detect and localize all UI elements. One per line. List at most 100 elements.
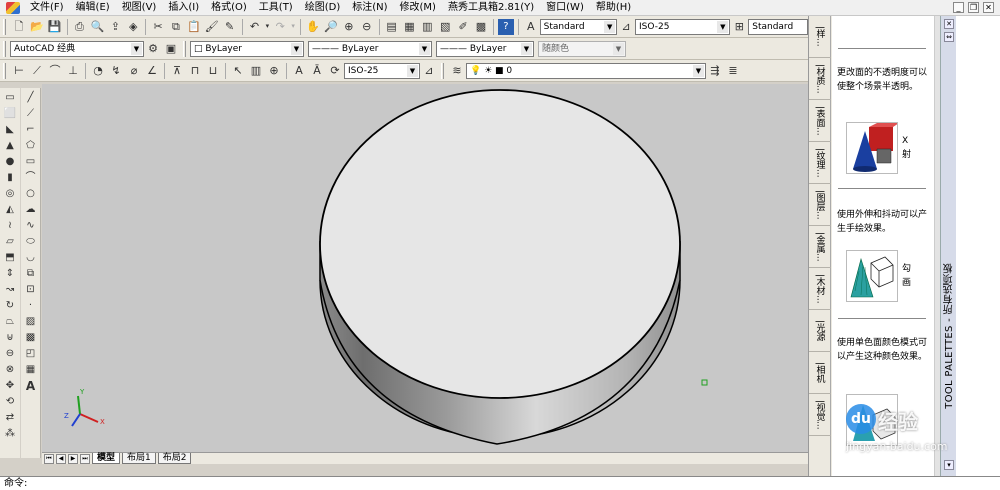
print-preview-icon[interactable]: 🔍 <box>90 19 106 35</box>
sphere-icon[interactable]: ● <box>2 154 18 169</box>
publish-icon[interactable]: ⇪ <box>107 19 123 35</box>
palette-tab[interactable]: |纹理... <box>809 142 831 184</box>
ordinate-dim-icon[interactable]: ⊥ <box>65 63 81 79</box>
prev-tab-icon[interactable]: ◀ <box>56 453 66 464</box>
plotstyle-select[interactable]: 随颜色 ▼ <box>538 40 626 57</box>
layer-select[interactable]: 💡 ☀ ■ 0 ▼ <box>466 62 706 79</box>
menu-view[interactable]: 视图(V) <box>116 0 163 16</box>
circle-icon[interactable]: ○ <box>23 186 39 201</box>
3d-rotate-icon[interactable]: ⟲ <box>2 394 18 409</box>
menu-dimension[interactable]: 标注(N) <box>346 0 393 16</box>
zoom-previous-icon[interactable]: ⊖ <box>359 19 375 35</box>
menu-insert[interactable]: 插入(I) <box>162 0 205 16</box>
lineweight-select[interactable]: ——— ByLayer ▼ <box>436 40 534 57</box>
layer-previous-icon[interactable]: ≣ <box>725 63 741 79</box>
region-icon[interactable]: ◰ <box>23 346 39 361</box>
properties-icon[interactable]: ▤ <box>384 19 400 35</box>
layer-manager-icon[interactable]: ≋ <box>449 63 465 79</box>
arc-icon[interactable]: ⌒ <box>23 170 39 185</box>
dim-style-select[interactable]: ISO-25 ▼ <box>635 18 731 35</box>
markup-icon[interactable]: ✐ <box>455 19 471 35</box>
leader-icon[interactable]: ↖ <box>230 63 246 79</box>
linear-dim-icon[interactable]: ⊢ <box>11 63 27 79</box>
menu-window[interactable]: 窗口(W) <box>540 0 590 16</box>
cone-icon[interactable]: ▲ <box>2 138 18 153</box>
command-line[interactable]: 命令: <box>0 476 1000 490</box>
baseline-dim-icon[interactable]: ⊓ <box>187 63 203 79</box>
hatch-icon[interactable]: ▨ <box>23 314 39 329</box>
jogged-dim-icon[interactable]: ↯ <box>108 63 124 79</box>
linetype-select[interactable]: ——— ByLayer ▼ <box>308 40 432 57</box>
palette-tab[interactable]: |木材... <box>809 268 831 310</box>
palette-tab[interactable]: |视觉... <box>809 394 831 436</box>
menu-edit[interactable]: 编辑(E) <box>70 0 116 16</box>
revision-cloud-icon[interactable]: ☁ <box>23 202 39 217</box>
copy-icon[interactable]: ⧉ <box>168 19 184 35</box>
toolbar-grip[interactable] <box>441 62 444 79</box>
multiline-text-icon[interactable]: A <box>23 378 39 393</box>
3d-dwf-icon[interactable]: ◈ <box>125 19 141 35</box>
angular-dim-icon[interactable]: ∠ <box>144 63 160 79</box>
paste-icon[interactable]: 📋 <box>186 19 202 35</box>
palette-tab[interactable]: |金属... <box>809 226 831 268</box>
undo-dropdown-icon[interactable]: ▾ <box>264 19 270 35</box>
toolbar-grip[interactable] <box>3 40 6 57</box>
save-icon[interactable]: 💾 <box>47 19 63 35</box>
match-properties-icon[interactable]: 🖌 <box>204 19 220 35</box>
toolbar-grip[interactable] <box>3 62 6 79</box>
subtract-icon[interactable]: ⊖ <box>2 346 18 361</box>
menu-tools[interactable]: 工具(T) <box>253 0 299 16</box>
menu-format[interactable]: 格式(O) <box>205 0 253 16</box>
line-icon[interactable]: ╱ <box>23 90 39 105</box>
center-mark-icon[interactable]: ⊕ <box>266 63 282 79</box>
gradient-icon[interactable]: ▩ <box>23 330 39 345</box>
redo-dropdown-icon[interactable]: ▾ <box>290 19 296 35</box>
palette-tab[interactable]: |表面... <box>809 100 831 142</box>
palette-close-icon[interactable]: ✕ <box>944 19 954 29</box>
cylinder-top-face[interactable] <box>319 89 681 399</box>
zoom-realtime-icon[interactable]: 🔎 <box>323 19 339 35</box>
first-tab-icon[interactable]: ⏮ <box>44 453 54 464</box>
table-icon[interactable]: ▦ <box>23 362 39 377</box>
union-icon[interactable]: ⊎ <box>2 330 18 345</box>
aligned-dim-icon[interactable]: ⟋ <box>29 63 45 79</box>
diameter-dim-icon[interactable]: ⌀ <box>126 63 142 79</box>
3d-align-icon[interactable]: ⇄ <box>2 410 18 425</box>
radius-dim-icon[interactable]: ◔ <box>90 63 106 79</box>
text-style-select[interactable]: Standard ▼ <box>539 18 618 35</box>
make-block-icon[interactable]: ⊡ <box>23 282 39 297</box>
menu-yanxiu-toolbox[interactable]: 燕秀工具箱2.81(Y) <box>442 0 540 16</box>
text-style-icon[interactable]: A <box>523 19 539 35</box>
construction-line-icon[interactable]: ⟋ <box>23 106 39 121</box>
arc-length-icon[interactable]: ⌒ <box>47 63 63 79</box>
zoom-window-icon[interactable]: ⊕ <box>341 19 357 35</box>
extrude-icon[interactable]: ⬒ <box>2 250 18 265</box>
toolbar-grip[interactable] <box>183 40 186 57</box>
palette-autohide-icon[interactable]: ⇔ <box>944 32 954 42</box>
quick-dim-icon[interactable]: ⊼ <box>169 63 185 79</box>
sweep-icon[interactable]: ↝ <box>2 282 18 297</box>
pyramid-icon[interactable]: ◭ <box>2 202 18 217</box>
make-current-layer-icon[interactable]: ⇶ <box>707 63 723 79</box>
drawing-area[interactable]: X Y Z <box>42 84 808 452</box>
presspull-icon[interactable]: ⇕ <box>2 266 18 281</box>
tab-layout1[interactable]: 布局1 <box>122 453 156 464</box>
last-tab-icon[interactable]: ⏭ <box>80 453 90 464</box>
calculator-icon[interactable]: ▩ <box>473 19 489 35</box>
palette-tab[interactable]: |图层... <box>809 184 831 226</box>
palette-tab[interactable]: |光源 <box>809 310 831 352</box>
print-icon[interactable]: ⎙ <box>72 19 88 35</box>
palette-tab[interactable]: |材质... <box>809 58 831 100</box>
dim-style-icon[interactable]: ⊿ <box>618 19 634 35</box>
sheet-set-icon[interactable]: ▧ <box>437 19 453 35</box>
dim-update-icon[interactable]: ⟳ <box>327 63 343 79</box>
box-icon[interactable]: ⬜ <box>2 106 18 121</box>
continue-dim-icon[interactable]: ⊔ <box>205 63 221 79</box>
palette-properties-icon[interactable]: ▾ <box>944 460 954 470</box>
ellipse-icon[interactable]: ⬭ <box>23 234 39 249</box>
3d-array-icon[interactable]: ⁂ <box>2 426 18 441</box>
menu-help[interactable]: 帮助(H) <box>590 0 637 16</box>
wedge-icon[interactable]: ◣ <box>2 122 18 137</box>
loft-icon[interactable]: ⏢ <box>2 314 18 329</box>
table-style-icon[interactable]: ⊞ <box>731 19 747 35</box>
